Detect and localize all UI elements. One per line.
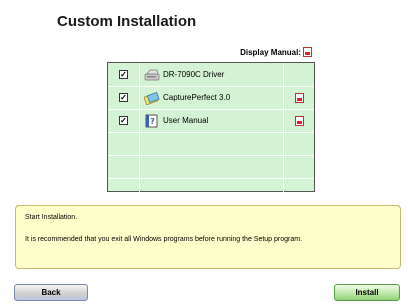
- page-title: Custom Installation: [57, 13, 197, 30]
- table-row-empty: [108, 178, 314, 192]
- install-button[interactable]: Install: [334, 284, 400, 301]
- table-row: ✓ CapturePerfect 3.0: [108, 86, 314, 110]
- pdf-icon[interactable]: [295, 115, 304, 126]
- svg-text:?: ?: [150, 117, 155, 126]
- component-label: CapturePerfect 3.0: [163, 93, 231, 102]
- component-table: ✓ DR-7090C Driver ✓ CapturePerfect 3.0 ✓…: [107, 62, 315, 192]
- display-manual-label: Display Manual:: [240, 47, 301, 57]
- info-message-box: Start Installation. It is recommended th…: [15, 205, 401, 269]
- table-row: ✓ DR-7090C Driver: [108, 63, 314, 87]
- component-label: User Manual: [163, 116, 209, 125]
- checkbox-user-manual[interactable]: ✓: [119, 116, 128, 125]
- table-row-empty: [108, 132, 314, 156]
- captureperfect-icon: [143, 91, 160, 105]
- table-row-empty: [108, 155, 314, 179]
- manual-book-icon: ?: [144, 114, 160, 128]
- checkbox-captureperfect[interactable]: ✓: [119, 93, 128, 102]
- component-label: DR-7090C Driver: [163, 70, 225, 79]
- info-text: It is recommended that you exit all Wind…: [25, 236, 303, 243]
- scanner-icon: [144, 68, 160, 82]
- table-row: ✓ ? User Manual: [108, 109, 314, 133]
- checkbox-dr7090c-driver[interactable]: ✓: [119, 70, 128, 79]
- back-button[interactable]: Back: [14, 284, 88, 301]
- info-title: Start Installation.: [25, 214, 78, 221]
- pdf-icon: [303, 47, 312, 57]
- pdf-icon[interactable]: [295, 92, 304, 103]
- display-manual-header: Display Manual:: [240, 47, 312, 57]
